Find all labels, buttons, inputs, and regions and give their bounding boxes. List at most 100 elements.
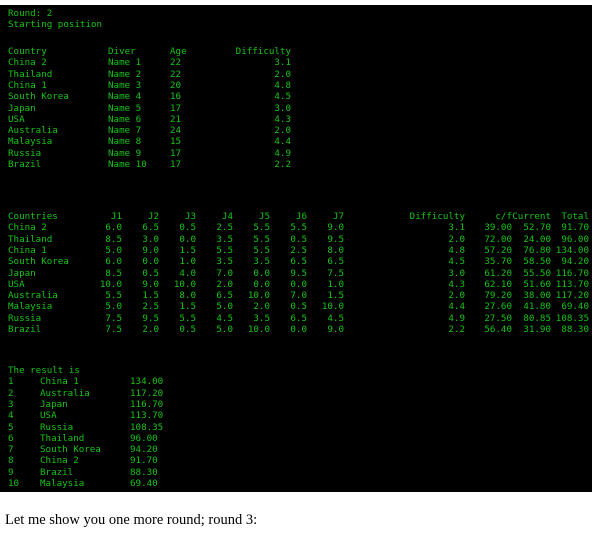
- cell-j7: 10.0: [321, 301, 344, 313]
- cell-j2: 1.5: [142, 290, 159, 302]
- cell-total: 94.20: [561, 256, 589, 268]
- cell-j5: 0.0: [253, 278, 270, 290]
- cell-j6: 6.5: [290, 312, 307, 324]
- cell-j2: 0.5: [142, 267, 159, 279]
- cell-difficulty: 3.0: [448, 267, 465, 279]
- cell-j7: 4.5: [327, 312, 344, 324]
- cell-age: 21: [170, 113, 182, 125]
- cell-total: 91.70: [561, 222, 589, 234]
- cell-country: Japan: [8, 102, 36, 114]
- cell-j4: 3.5: [216, 233, 233, 245]
- result-rank: 1: [8, 376, 14, 388]
- cell-difficulty: 4.9: [274, 147, 291, 159]
- cell-country: Thailand: [8, 68, 53, 80]
- cell-diver: Name 5: [108, 102, 142, 114]
- result-score: 88.30: [130, 466, 158, 478]
- cell-j3: 0.5: [179, 324, 196, 335]
- cell-j3: 5.5: [179, 312, 196, 324]
- cell-j6: 0.5: [290, 233, 307, 245]
- cell-age: 24: [170, 125, 182, 137]
- cell-difficulty: 2.2: [448, 324, 465, 335]
- column-header-j7: J7: [332, 211, 344, 222]
- cell-country: Russia: [8, 147, 42, 159]
- cell-age: 16: [170, 91, 182, 103]
- cell-j6: 9.5: [290, 267, 307, 279]
- cell-total: 134.00: [555, 244, 589, 256]
- cell-diver: Name 6: [108, 113, 142, 125]
- cell-j3: 4.0: [179, 267, 196, 279]
- cell-j7: 9.0: [327, 324, 344, 335]
- cell-age: 17: [170, 102, 182, 114]
- cell-j5: 5.5: [253, 222, 270, 234]
- cell-difficulty: 3.0: [274, 102, 291, 114]
- cell-j3: 10.0: [173, 278, 196, 290]
- cell-j6: 0.0: [290, 324, 307, 335]
- cell-j1: 7.5: [105, 312, 122, 324]
- cell-difficulty: 2.0: [274, 125, 291, 137]
- cell-j2: 0.0: [142, 256, 159, 268]
- cell-country: Japan: [8, 267, 36, 279]
- starting-position-label: Starting position: [8, 19, 103, 31]
- cell-diver: Name 2: [108, 68, 142, 80]
- cell-j2: 2.0: [142, 324, 159, 335]
- result-label: The result is: [8, 365, 80, 376]
- cell-difficulty: 4.5: [448, 256, 465, 268]
- cell-j5: 5.5: [253, 233, 270, 245]
- result-country: USA: [40, 410, 57, 422]
- cell-j4: 5.5: [216, 244, 233, 256]
- cell-diver: Name 10: [108, 159, 147, 170]
- cell-country: China 2: [8, 57, 47, 69]
- cell-country: South Korea: [8, 91, 69, 103]
- cell-difficulty: 4.3: [274, 113, 291, 125]
- result-rank: 5: [8, 421, 14, 433]
- caption-text: Let me show you one more round; round 3:: [5, 512, 258, 528]
- cell-j7: 8.0: [327, 244, 344, 256]
- cell-j3: 0.0: [179, 233, 196, 245]
- result-country: Japan: [40, 398, 68, 410]
- result-score: 134.00: [130, 376, 164, 388]
- cell-j1: 6.0: [105, 256, 122, 268]
- cell-diver: Name 1: [108, 57, 142, 69]
- column-header-difficulty: Difficulty: [235, 46, 291, 57]
- result-rank: 7: [8, 444, 14, 456]
- column-header-country: Country: [8, 46, 47, 57]
- cell-total: 117.20: [555, 290, 589, 302]
- cell-difficulty: 4.8: [448, 244, 465, 256]
- cell-j2: 9.0: [142, 278, 159, 290]
- cell-country: Brazil: [8, 159, 42, 170]
- cell-country: Malaysia: [8, 136, 53, 148]
- column-header-difficulty: Difficulty: [409, 211, 465, 222]
- round-label: Round: 2: [8, 8, 53, 19]
- result-country: Brazil: [40, 466, 74, 478]
- result-score: 91.70: [130, 455, 158, 467]
- cell-country: Brazil: [8, 324, 42, 335]
- cell-j5: 3.5: [253, 312, 270, 324]
- cell-j2: 9.0: [142, 244, 159, 256]
- cell-age: 17: [170, 159, 182, 170]
- cell-total: 116.70: [555, 267, 589, 279]
- cell-j2: 9.5: [142, 312, 159, 324]
- cell-j2: 3.0: [142, 233, 159, 245]
- cell-j1: 5.0: [105, 301, 122, 313]
- column-header-total: Total: [561, 211, 589, 222]
- cell-j2: 6.5: [142, 222, 159, 234]
- cell-total: 113.70: [555, 278, 589, 290]
- cell-j5: 3.5: [253, 256, 270, 268]
- cell-j1: 10.0: [99, 278, 122, 290]
- cell-difficulty: 4.5: [274, 91, 291, 103]
- cell-j6: 2.5: [290, 244, 307, 256]
- column-header-j2: J2: [147, 211, 159, 222]
- cell-country: Australia: [8, 125, 58, 137]
- result-score: 69.40: [130, 478, 158, 489]
- cell-j4: 6.5: [216, 290, 233, 302]
- result-country: Australia: [40, 387, 90, 399]
- cell-country: USA: [8, 113, 25, 125]
- cell-country: China 1: [8, 79, 47, 91]
- cell-country: Russia: [8, 312, 42, 324]
- cell-difficulty: 3.1: [274, 57, 291, 69]
- cell-j5: 5.5: [253, 244, 270, 256]
- column-header-diver: Diver: [108, 46, 136, 57]
- cell-diver: Name 9: [108, 147, 142, 159]
- cell-difficulty: 2.0: [274, 68, 291, 80]
- result-score: 108.35: [130, 421, 164, 433]
